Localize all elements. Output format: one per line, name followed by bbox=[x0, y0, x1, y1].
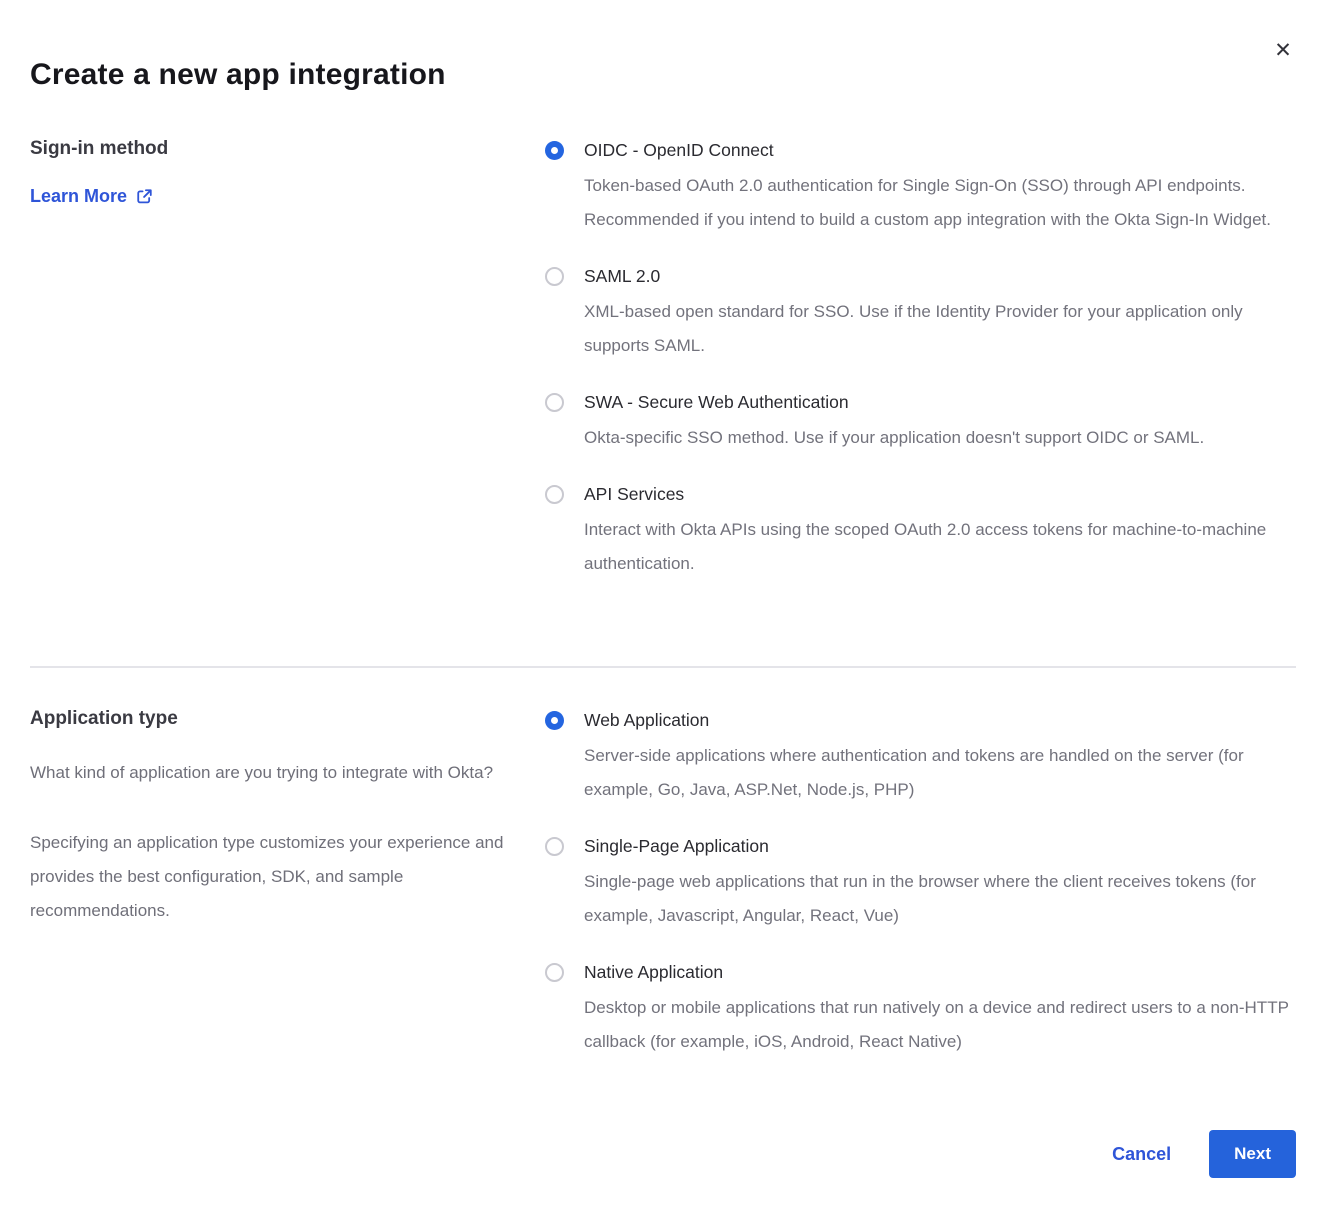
next-button[interactable]: Next bbox=[1209, 1130, 1296, 1178]
signin-option-swa: SWA - Secure Web Authentication Okta-spe… bbox=[545, 390, 1296, 455]
signin-method-heading: Sign-in method bbox=[30, 138, 545, 160]
apptype-option-web-description: Server-side applications where authentic… bbox=[584, 739, 1296, 807]
signin-option-api-services-description: Interact with Okta APIs using the scoped… bbox=[584, 513, 1296, 581]
signin-option-api-services: API Services Interact with Okta APIs usi… bbox=[545, 482, 1296, 581]
radio-oidc[interactable] bbox=[545, 141, 564, 160]
apptype-option-native-description: Desktop or mobile applications that run … bbox=[584, 991, 1296, 1059]
external-link-icon bbox=[136, 188, 153, 205]
signin-option-oidc: OIDC - OpenID Connect Token-based OAuth … bbox=[545, 138, 1296, 237]
application-type-paragraph-1: What kind of application are you trying … bbox=[30, 756, 510, 790]
signin-option-oidc-label[interactable]: OIDC - OpenID Connect bbox=[584, 138, 1296, 162]
radio-swa[interactable] bbox=[545, 393, 564, 412]
signin-option-saml-description: XML-based open standard for SSO. Use if … bbox=[584, 295, 1296, 363]
radio-single-page-application[interactable] bbox=[545, 837, 564, 856]
signin-option-api-services-label[interactable]: API Services bbox=[584, 482, 1296, 506]
application-type-section: Application type What kind of applicatio… bbox=[30, 708, 1296, 1086]
signin-method-section: Sign-in method Learn More OIDC - OpenID … bbox=[30, 138, 1296, 608]
application-type-paragraph-2: Specifying an application type customize… bbox=[30, 826, 510, 928]
dialog-title: Create a new app integration bbox=[30, 58, 1296, 92]
section-divider bbox=[30, 666, 1296, 668]
apptype-option-web: Web Application Server-side applications… bbox=[545, 708, 1296, 807]
radio-native-application[interactable] bbox=[545, 963, 564, 982]
radio-web-application[interactable] bbox=[545, 711, 564, 730]
apptype-option-native-label[interactable]: Native Application bbox=[584, 960, 1296, 984]
close-icon: ✕ bbox=[1274, 39, 1292, 62]
apptype-option-native: Native Application Desktop or mobile app… bbox=[545, 960, 1296, 1059]
signin-option-swa-description: Okta-specific SSO method. Use if your ap… bbox=[584, 421, 1204, 455]
learn-more-label: Learn More bbox=[30, 186, 127, 207]
apptype-option-spa: Single-Page Application Single-page web … bbox=[545, 834, 1296, 933]
apptype-option-web-label[interactable]: Web Application bbox=[584, 708, 1296, 732]
cancel-button[interactable]: Cancel bbox=[1112, 1144, 1171, 1165]
radio-api-services[interactable] bbox=[545, 485, 564, 504]
signin-option-saml-label[interactable]: SAML 2.0 bbox=[584, 264, 1296, 288]
signin-option-saml: SAML 2.0 XML-based open standard for SSO… bbox=[545, 264, 1296, 363]
radio-saml[interactable] bbox=[545, 267, 564, 286]
signin-option-oidc-description: Token-based OAuth 2.0 authentication for… bbox=[584, 169, 1296, 237]
learn-more-link[interactable]: Learn More bbox=[30, 186, 153, 207]
apptype-option-spa-label[interactable]: Single-Page Application bbox=[584, 834, 1296, 858]
create-app-integration-dialog: Create a new app integration Sign-in met… bbox=[0, 0, 1332, 1224]
signin-option-swa-label[interactable]: SWA - Secure Web Authentication bbox=[584, 390, 1204, 414]
application-type-heading: Application type bbox=[30, 708, 545, 730]
close-button[interactable]: ✕ bbox=[1268, 36, 1298, 66]
apptype-option-spa-description: Single-page web applications that run in… bbox=[584, 865, 1296, 933]
